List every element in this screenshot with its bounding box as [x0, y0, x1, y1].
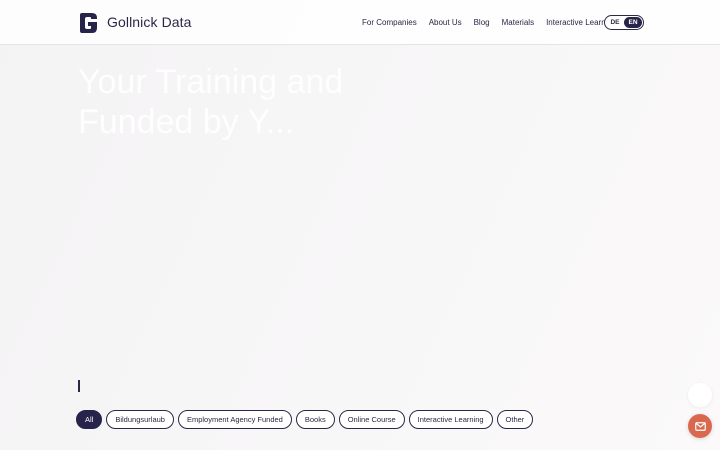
scroll-button[interactable] — [688, 383, 712, 407]
filter-online-course[interactable]: Online Course — [338, 410, 405, 429]
text-cursor — [78, 380, 80, 392]
main-nav: For Companies About Us Blog Materials In… — [362, 0, 628, 45]
contact-button[interactable] — [688, 414, 712, 438]
filter-employment-agency-funded[interactable]: Employment Agency Funded — [177, 410, 292, 429]
site-header: Gollnick Data For Companies About Us Blo… — [0, 0, 720, 45]
mail-icon — [694, 421, 706, 431]
lang-en[interactable]: EN — [624, 17, 642, 28]
filter-books[interactable]: Books — [295, 410, 335, 429]
nav-materials[interactable]: Materials — [502, 18, 534, 27]
filter-all[interactable]: All — [76, 410, 103, 429]
filter-bildungsurlaub[interactable]: Bildungsurlaub — [106, 410, 174, 429]
filter-other[interactable]: Other — [496, 410, 534, 429]
g-logo-icon[interactable] — [79, 11, 98, 35]
nav-for-companies[interactable]: For Companies — [362, 18, 417, 27]
language-toggle[interactable]: DE EN — [604, 15, 644, 30]
nav-blog[interactable]: Blog — [474, 18, 490, 27]
hero-title: Your Training and Funded by Y... — [78, 63, 344, 141]
filter-interactive-learning[interactable]: Interactive Learning — [408, 410, 493, 429]
brand-name[interactable]: Gollnick Data — [107, 14, 192, 30]
nav-about-us[interactable]: About Us — [429, 18, 462, 27]
lang-de[interactable]: DE — [606, 17, 624, 28]
category-filters: All Bildungsurlaub Employment Agency Fun… — [76, 410, 537, 429]
